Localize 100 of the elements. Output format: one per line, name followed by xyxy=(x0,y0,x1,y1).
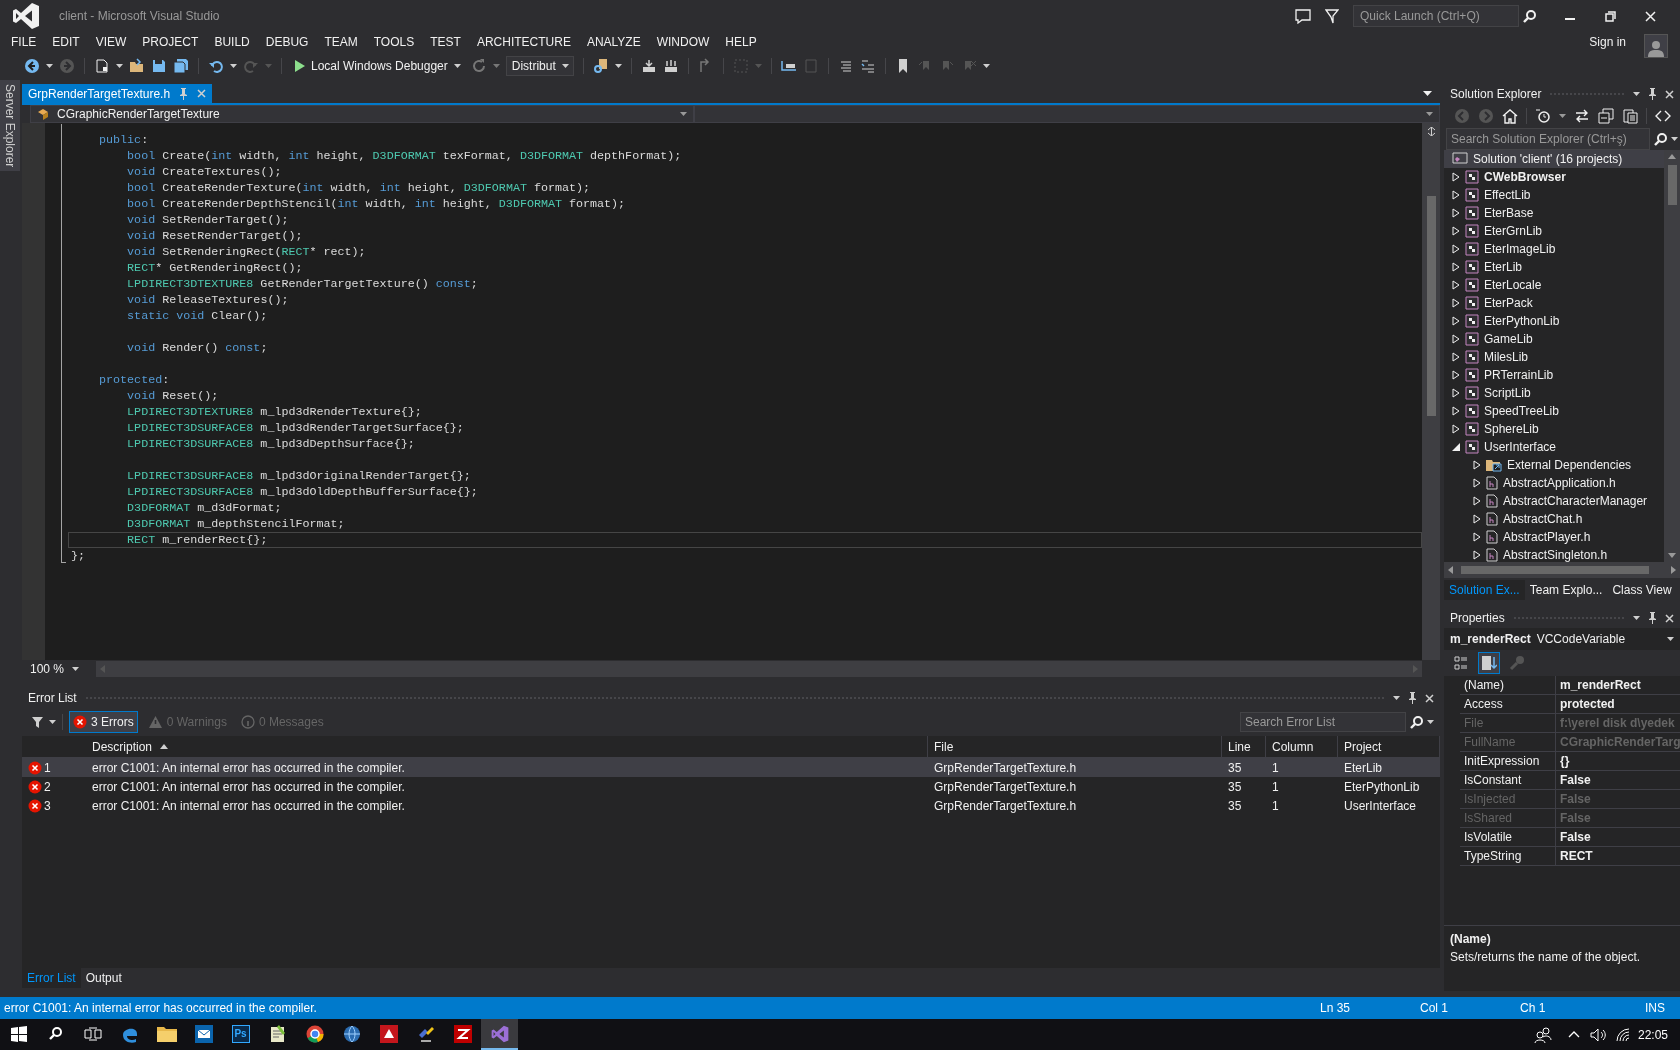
dropdown-icon[interactable] xyxy=(1423,91,1432,96)
tree-item[interactable]: AbstractSingleton.h xyxy=(1444,546,1664,562)
restore-icon[interactable] xyxy=(1604,10,1616,22)
menu-item[interactable]: ARCHITECTURE xyxy=(468,33,579,51)
column-header[interactable]: Description xyxy=(92,739,153,754)
zoom-dropdown[interactable]: 100 % xyxy=(30,662,92,676)
task-view-icon[interactable] xyxy=(83,1026,102,1041)
sign-in-link[interactable]: Sign in xyxy=(1589,35,1626,49)
search-icon[interactable] xyxy=(1523,9,1536,23)
menu-item[interactable]: TOOLS xyxy=(365,33,423,51)
menu-item[interactable]: DEBUG xyxy=(257,33,317,51)
tree-item[interactable]: External Dependencies xyxy=(1444,456,1664,474)
collapsed-arrow-icon[interactable] xyxy=(1452,262,1460,272)
close-icon[interactable] xyxy=(1665,613,1674,623)
round-logo-icon[interactable] xyxy=(305,1024,324,1043)
expanded-arrow-icon[interactable] xyxy=(1452,443,1460,451)
pin-icon[interactable] xyxy=(1648,612,1657,624)
tree-item[interactable]: AbstractPlayer.h xyxy=(1444,528,1664,546)
caret-icon[interactable] xyxy=(1633,92,1640,96)
mail-icon[interactable] xyxy=(194,1024,213,1043)
caret-icon[interactable] xyxy=(72,667,80,671)
collapsed-arrow-icon[interactable] xyxy=(1452,352,1460,362)
collapsed-arrow-icon[interactable] xyxy=(1473,550,1481,560)
column-header[interactable]: Project xyxy=(1344,739,1382,754)
tree-item[interactable]: PRTerrainLib xyxy=(1444,366,1664,384)
tree-item[interactable]: SphereLib xyxy=(1444,420,1664,438)
scrollbar-thumb[interactable] xyxy=(1667,165,1677,205)
tree-item[interactable]: EterPythonLib xyxy=(1444,312,1664,330)
tree-item[interactable]: EterGrnLib xyxy=(1444,222,1664,240)
collapsed-arrow-icon[interactable] xyxy=(1452,406,1460,416)
scrollbar-thumb[interactable] xyxy=(1426,196,1436,416)
collapsed-arrow-icon[interactable] xyxy=(1473,496,1481,506)
pin-icon[interactable] xyxy=(1648,88,1657,100)
tree-item[interactable]: AbstractChat.h xyxy=(1444,510,1664,528)
collapsed-arrow-icon[interactable] xyxy=(1452,388,1460,398)
clock[interactable]: 22:05 xyxy=(1637,1027,1668,1042)
collapsed-arrow-icon[interactable] xyxy=(1452,172,1460,182)
find-icon[interactable] xyxy=(592,58,609,74)
caret-icon[interactable] xyxy=(982,64,990,68)
side-tab[interactable]: Server Explorer xyxy=(0,80,20,172)
caret-icon[interactable] xyxy=(561,64,569,68)
collapsed-arrow-icon[interactable] xyxy=(1452,280,1460,290)
tree-item[interactable]: ScriptLib xyxy=(1444,384,1664,402)
configuration-dropdown[interactable]: Distribut xyxy=(505,56,574,76)
tree-item[interactable]: AbstractApplication.h xyxy=(1444,474,1664,492)
new-item-icon[interactable] xyxy=(94,58,110,74)
menu-item[interactable]: ANALYZE xyxy=(578,33,649,51)
chevron-icon[interactable] xyxy=(1567,1031,1580,1038)
start-debugging-button[interactable]: Local Windows Debugger xyxy=(291,59,465,73)
scroll-up-icon[interactable] xyxy=(1668,154,1676,159)
panel-tab[interactable]: Output xyxy=(80,968,127,988)
tile-icon[interactable] xyxy=(379,1024,398,1043)
property-value[interactable]: m_renderRect xyxy=(1556,676,1680,695)
vertical-scrollbar[interactable] xyxy=(1664,150,1680,562)
play-icon[interactable] xyxy=(295,60,305,72)
caret-icon[interactable] xyxy=(453,64,461,68)
collapsed-arrow-icon[interactable] xyxy=(1452,226,1460,236)
collapsed-arrow-icon[interactable] xyxy=(1452,424,1460,434)
tray-icon[interactable] xyxy=(662,58,679,74)
tree-item[interactable]: UserInterface xyxy=(1444,438,1664,456)
property-value[interactable]: False xyxy=(1556,771,1680,790)
error-row[interactable]: 2 error C1001: An internal error has occurred in the compiler. GrpRenderTargetTexture.h 35 1 EterPythonLib xyxy=(22,777,1440,796)
scroll-down-icon[interactable] xyxy=(1668,553,1676,558)
tree-item[interactable]: MilesLib xyxy=(1444,348,1664,366)
object-selector[interactable]: m_renderRect VCCodeVariable xyxy=(1444,628,1680,650)
tree-item[interactable]: GameLib xyxy=(1444,330,1664,348)
pin-icon[interactable] xyxy=(1408,692,1417,704)
menu-item[interactable]: EDIT xyxy=(44,33,88,51)
collapsed-arrow-icon[interactable] xyxy=(1452,370,1460,380)
error-row[interactable]: 1 error C1001: An internal error has occurred in the compiler. GrpRenderTargetTexture.h 35 1 EterLib xyxy=(22,758,1440,777)
tab-label[interactable]: GrpRenderTargetTexture.h xyxy=(28,86,171,101)
collapse-icon[interactable] xyxy=(1598,108,1614,124)
caret-icon[interactable] xyxy=(230,64,237,68)
property-value[interactable]: False xyxy=(1556,828,1680,847)
editor-tab[interactable]: GrpRenderTargetTexture.h xyxy=(22,84,213,103)
menu-item[interactable]: PROJECT xyxy=(134,33,207,51)
avatar-icon[interactable] xyxy=(1644,34,1668,58)
funnel-icon[interactable] xyxy=(1325,8,1339,24)
wifi-icon[interactable] xyxy=(1615,1027,1632,1042)
code-icon[interactable] xyxy=(1655,108,1671,124)
search-field[interactable]: Search Solution Explorer (Ctrl+ş) xyxy=(1446,128,1650,150)
caret-icon[interactable] xyxy=(1559,114,1566,118)
collapsed-arrow-icon[interactable] xyxy=(1452,244,1460,254)
app-tile[interactable]: Ps xyxy=(231,1024,250,1043)
caret-icon[interactable] xyxy=(1667,637,1674,641)
caret-icon[interactable] xyxy=(116,64,123,68)
indent-icon[interactable] xyxy=(780,58,797,74)
search-icon[interactable] xyxy=(49,1027,62,1040)
people-icon[interactable] xyxy=(1533,1026,1552,1043)
panel-tab[interactable]: Team Explo... xyxy=(1524,580,1608,600)
property-value[interactable]: protected xyxy=(1556,695,1680,714)
zigzag-tile-icon[interactable] xyxy=(453,1024,472,1043)
collapsed-arrow-icon[interactable] xyxy=(1473,478,1481,488)
caret-icon[interactable] xyxy=(1427,720,1434,724)
properties-icon[interactable] xyxy=(1622,108,1638,124)
tray-icon[interactable] xyxy=(640,58,657,74)
start-icon[interactable] xyxy=(10,1025,27,1042)
notepad-icon[interactable] xyxy=(269,1024,286,1043)
menu-item[interactable]: TEAM xyxy=(316,33,366,51)
collapsed-arrow-icon[interactable] xyxy=(1452,298,1460,308)
